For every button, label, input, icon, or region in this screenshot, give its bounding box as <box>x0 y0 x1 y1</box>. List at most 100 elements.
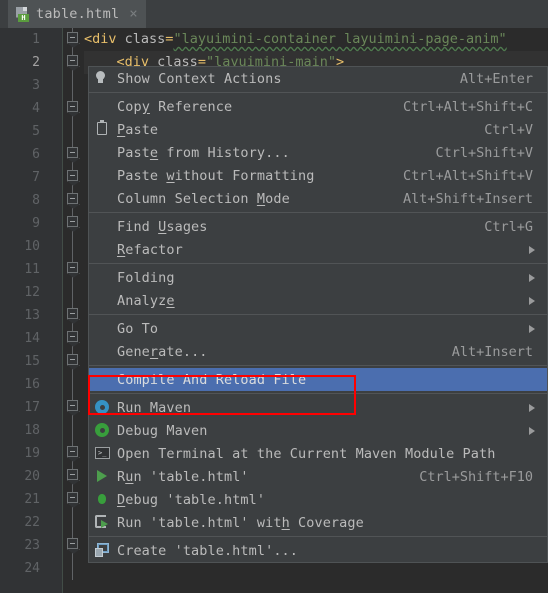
menu-item-paste-without-formatting[interactable]: Paste without Formatting Ctrl+Alt+Shift+V <box>89 164 547 187</box>
menu-item-label: Paste from History... <box>117 144 290 161</box>
menu-item-go-to[interactable]: Go To <box>89 317 547 340</box>
fold-marker[interactable] <box>66 396 80 419</box>
menu-item-label: Open Terminal at the Current Maven Modul… <box>117 445 496 462</box>
line-number: 17 <box>24 400 40 415</box>
fold-gutter-cell <box>66 235 80 258</box>
menu-item-shortcut: Alt+Enter <box>459 70 533 87</box>
menu-item-run-maven[interactable]: Run Maven <box>89 396 547 419</box>
menu-item-paste[interactable]: Paste Ctrl+V <box>89 118 547 141</box>
coverage-icon <box>89 511 117 534</box>
editor-gutter[interactable]: 1 2 3 4 5 6 7 8 9 10 11 12 13 14 15 16 17 18 19 20 21 22 23 24 <box>0 28 62 593</box>
chevron-right-icon <box>529 274 535 282</box>
menu-item-icon-slot <box>89 164 117 187</box>
menu-item-debug-tablehtml[interactable]: Debug 'table.html' <box>89 488 547 511</box>
fold-marker[interactable] <box>66 258 80 281</box>
fold-marker[interactable] <box>66 166 80 189</box>
editor-tab-table-html[interactable]: H table.html × <box>8 0 146 28</box>
menu-item-icon-slot <box>89 187 117 210</box>
menu-item-shortcut: Ctrl+Shift+F10 <box>419 468 533 485</box>
line-number: 3 <box>32 78 40 93</box>
menu-item-shortcut: Ctrl+Shift+V <box>435 144 533 161</box>
menu-item-open-terminal-at-the-current-maven-module-path[interactable]: >_ Open Terminal at the Current Maven Mod… <box>89 442 547 465</box>
line-number: 21 <box>24 492 40 507</box>
menu-item-label: Analyze <box>117 292 175 309</box>
menu-item-refactor[interactable]: Refactor <box>89 238 547 261</box>
fold-gutter-cell <box>66 373 80 396</box>
line-number: 2 <box>32 55 40 70</box>
chevron-right-icon <box>529 427 535 435</box>
line-number: 16 <box>24 377 40 392</box>
menu-item-icon-slot <box>89 368 117 391</box>
chevron-right-icon <box>529 325 535 333</box>
menu-item-column-selection-mode[interactable]: Column Selection Mode Alt+Shift+Insert <box>89 187 547 210</box>
line-number: 8 <box>32 193 40 208</box>
menu-item-analyze[interactable]: Analyze <box>89 289 547 312</box>
menu-item-folding[interactable]: Folding <box>89 266 547 289</box>
menu-separator <box>89 263 547 264</box>
line-number: 22 <box>24 515 40 530</box>
menu-item-label: Paste <box>117 121 159 138</box>
fold-gutter-cell <box>66 419 80 442</box>
menu-item-compile-and-reload-file[interactable]: Compile And Reload File <box>89 368 547 391</box>
tab-filename: table.html <box>36 6 120 22</box>
line-number: 9 <box>32 216 40 231</box>
menu-item-run-tablehtml-with-coverage[interactable]: Run 'table.html' with Coverage <box>89 511 547 534</box>
fold-marker[interactable] <box>66 350 80 373</box>
menu-item-create-tablehtml[interactable]: Create 'table.html'... <box>89 539 547 562</box>
menu-item-copy-reference[interactable]: Copy Reference Ctrl+Alt+Shift+C <box>89 95 547 118</box>
line-number: 24 <box>24 561 40 576</box>
line-number: 14 <box>24 331 40 346</box>
menu-item-show-context-actions[interactable]: Show Context Actions Alt+Enter <box>89 67 547 90</box>
fold-marker[interactable] <box>66 304 80 327</box>
indent-guide <box>62 28 63 593</box>
fold-marker[interactable] <box>66 327 80 350</box>
fold-gutter-cell <box>66 74 80 97</box>
fold-marker[interactable] <box>66 28 80 51</box>
blue-gear-icon <box>89 396 117 419</box>
line-number: 12 <box>24 285 40 300</box>
line-number: 7 <box>32 170 40 185</box>
menu-item-label: Copy Reference <box>117 98 233 115</box>
code-line: <div class="layuimini-container layuimin… <box>84 28 548 51</box>
fold-marker[interactable] <box>66 465 80 488</box>
context-menu[interactable]: Show Context Actions Alt+Enter Copy Refere… <box>88 66 548 563</box>
fold-marker[interactable] <box>66 97 80 120</box>
menu-item-icon-slot <box>89 317 117 340</box>
menu-item-paste-from-history[interactable]: Paste from History... Ctrl+Shift+V <box>89 141 547 164</box>
menu-item-label: Compile And Reload File <box>117 371 307 388</box>
menu-item-find-usages[interactable]: Find Usages Ctrl+G <box>89 215 547 238</box>
fold-marker[interactable] <box>66 189 80 212</box>
code-token: class <box>124 31 166 47</box>
menu-item-debug-maven[interactable]: Debug Maven <box>89 419 547 442</box>
menu-separator <box>89 92 547 93</box>
menu-item-generate[interactable]: Generate... Alt+Insert <box>89 340 547 363</box>
terminal-icon: >_ <box>89 442 117 465</box>
fold-marker[interactable] <box>66 442 80 465</box>
line-number-column: 1 2 3 4 5 6 7 8 9 10 11 12 13 14 15 16 17 18 19 20 21 22 23 24 <box>0 28 48 580</box>
menu-item-shortcut: Ctrl+G <box>484 218 533 235</box>
menu-item-label: Generate... <box>117 343 208 360</box>
fold-marker[interactable] <box>66 534 80 557</box>
fold-marker[interactable] <box>66 212 80 235</box>
menu-item-label: Column Selection Mode <box>117 190 290 207</box>
menu-item-label: Run 'table.html' <box>117 468 249 485</box>
fold-marker[interactable] <box>66 488 80 511</box>
close-icon[interactable]: × <box>126 7 137 21</box>
html-icon-badge: H <box>18 13 29 22</box>
clipboard-icon <box>89 118 117 141</box>
line-number: 15 <box>24 354 40 369</box>
chevron-right-icon <box>529 404 535 412</box>
menu-item-label: Debug 'table.html' <box>117 491 266 508</box>
menu-item-label: Run 'table.html' with Coverage <box>117 514 364 531</box>
code-folding-column[interactable] <box>66 28 80 580</box>
menu-item-run-tablehtml[interactable]: Run 'table.html' Ctrl+Shift+F10 <box>89 465 547 488</box>
fold-marker[interactable] <box>66 51 80 74</box>
menu-item-label: Show Context Actions <box>117 70 282 87</box>
fold-marker[interactable] <box>66 143 80 166</box>
menu-item-label: Go To <box>117 320 159 337</box>
run-play-icon <box>89 465 117 488</box>
menu-item-icon-slot <box>89 340 117 363</box>
menu-separator <box>89 536 547 537</box>
code-token: <div <box>84 31 117 47</box>
